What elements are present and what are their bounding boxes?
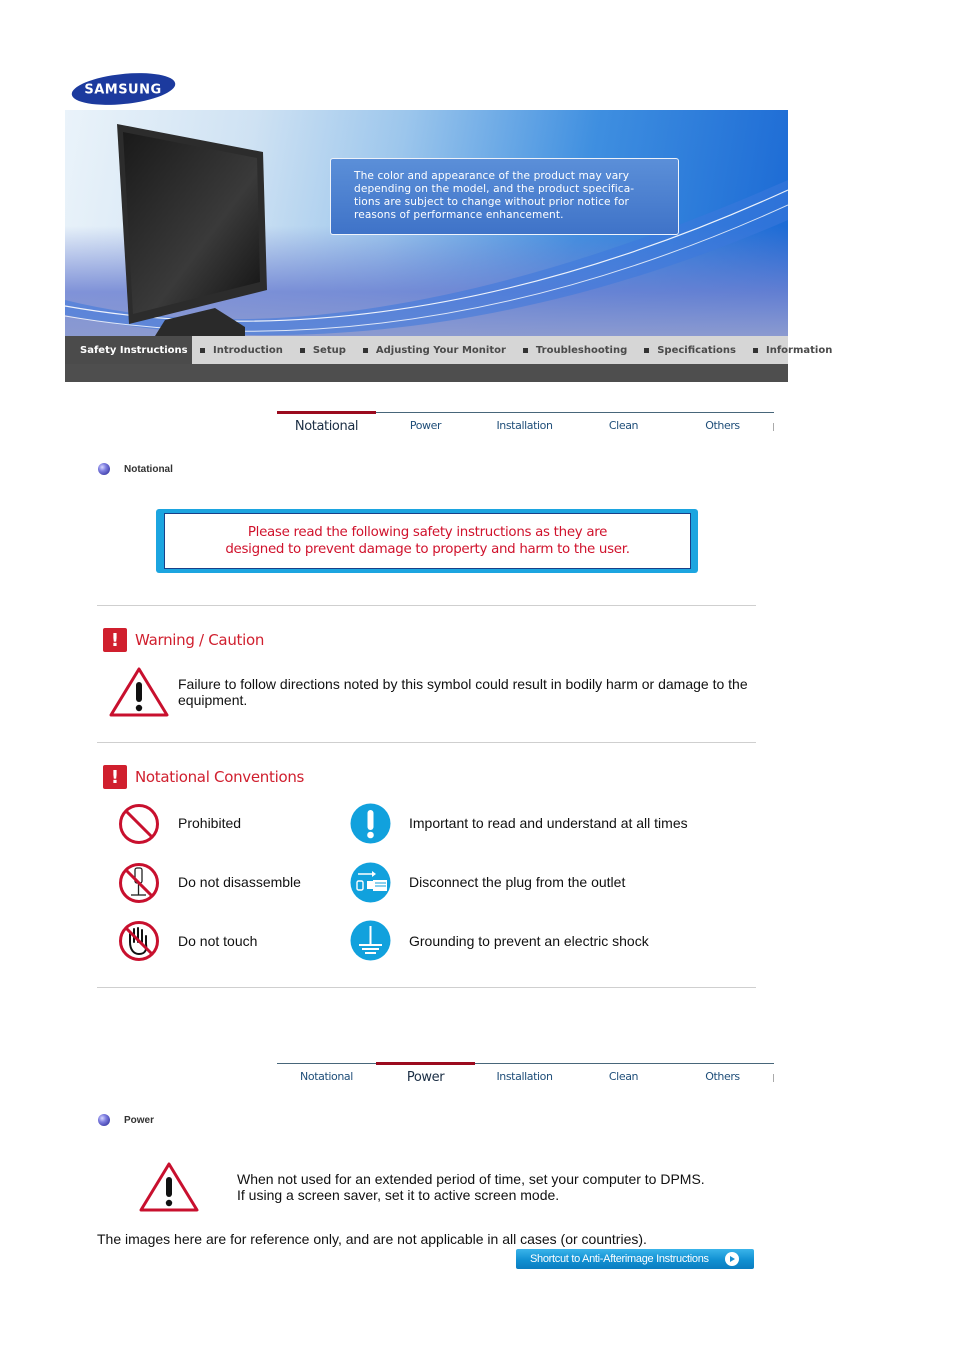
convention-label: Grounding to prevent an electric shock bbox=[409, 933, 649, 949]
nav-specifications[interactable]: Specifications bbox=[636, 336, 745, 364]
important-icon bbox=[350, 803, 391, 844]
sub-tabs-power: Notational Power Installation Clean Othe… bbox=[277, 1062, 774, 1093]
anti-afterimage-shortcut-button[interactable]: Shortcut to Anti-Afterimage Instructions bbox=[516, 1249, 754, 1269]
notational-conventions-heading: ! Notational Conventions bbox=[103, 765, 304, 789]
bullet-icon bbox=[200, 347, 205, 353]
exclamation-icon: ! bbox=[103, 765, 127, 789]
divider bbox=[97, 987, 756, 988]
bullet-icon bbox=[644, 347, 650, 353]
tab-notational[interactable]: Notational bbox=[277, 1064, 376, 1093]
tab-power[interactable]: Power bbox=[376, 413, 475, 442]
prohibited-icon bbox=[119, 804, 159, 844]
tab-separator bbox=[773, 423, 774, 431]
bullet-orb-icon bbox=[98, 463, 110, 475]
grounding-icon bbox=[350, 920, 391, 961]
product-notice: The color and appearance of the product … bbox=[330, 158, 679, 235]
safety-notice-box: Please read the following safety instruc… bbox=[156, 509, 698, 573]
nav-introduction[interactable]: Introduction bbox=[192, 336, 292, 364]
bullet-icon bbox=[522, 347, 528, 353]
tab-clean[interactable]: Clean bbox=[574, 413, 673, 442]
nav-setup[interactable]: Setup bbox=[292, 336, 355, 364]
bullet-icon bbox=[362, 347, 368, 353]
convention-label: Do not disassemble bbox=[178, 874, 301, 890]
unplug-icon bbox=[350, 862, 391, 903]
bullet-orb-icon bbox=[98, 1114, 110, 1126]
logo-text: SAMSUNG bbox=[84, 83, 161, 98]
sub-tabs-notational: Notational Power Installation Clean Othe… bbox=[277, 411, 774, 442]
warning-caution-heading: ! Warning / Caution bbox=[103, 628, 264, 652]
samsung-logo[interactable]: SAMSUNG bbox=[71, 72, 176, 106]
power-warning-text: When not used for an extended period of … bbox=[237, 1171, 705, 1203]
convention-label: Important to read and understand at all … bbox=[409, 815, 688, 831]
tab-installation[interactable]: Installation bbox=[475, 1064, 574, 1093]
tab-installation[interactable]: Installation bbox=[475, 413, 574, 442]
tab-power[interactable]: Power bbox=[376, 1062, 475, 1093]
nav-strip bbox=[65, 364, 788, 382]
bullet-icon bbox=[299, 347, 305, 353]
convention-label: Do not touch bbox=[178, 933, 258, 949]
convention-label: Prohibited bbox=[178, 815, 242, 831]
tab-others[interactable]: Others bbox=[673, 1064, 772, 1093]
nav-safety-instructions[interactable]: Safety Instructions bbox=[65, 336, 192, 364]
play-arrow-icon bbox=[725, 1252, 739, 1266]
section-heading-power: Power bbox=[98, 1114, 154, 1126]
tab-clean[interactable]: Clean bbox=[574, 1064, 673, 1093]
nav-adjusting-your-monitor[interactable]: Adjusting Your Monitor bbox=[355, 336, 515, 364]
nav-information[interactable]: Information bbox=[745, 336, 841, 364]
tab-others[interactable]: Others bbox=[673, 413, 772, 442]
divider bbox=[97, 742, 756, 743]
exclamation-icon: ! bbox=[103, 628, 127, 652]
disclaimer-text: The images here are for reference only, … bbox=[97, 1231, 647, 1247]
bullet-icon bbox=[752, 347, 758, 353]
tab-notational[interactable]: Notational bbox=[277, 411, 376, 442]
divider bbox=[97, 605, 756, 606]
tab-separator bbox=[773, 1074, 774, 1082]
product-banner: The color and appearance of the product … bbox=[65, 110, 788, 336]
no-touch-icon bbox=[119, 921, 159, 961]
no-disassemble-icon bbox=[119, 863, 159, 903]
monitor-image bbox=[117, 124, 267, 336]
warning-triangle-icon bbox=[109, 667, 169, 717]
warning-triangle-icon bbox=[139, 1162, 199, 1212]
section-heading-notational: Notational bbox=[98, 463, 173, 475]
main-nav: Safety Instructions Introduction Setup A… bbox=[65, 336, 832, 364]
warning-description: Failure to follow directions noted by th… bbox=[178, 676, 748, 708]
nav-troubleshooting[interactable]: Troubleshooting bbox=[515, 336, 636, 364]
convention-label: Disconnect the plug from the outlet bbox=[409, 874, 626, 890]
